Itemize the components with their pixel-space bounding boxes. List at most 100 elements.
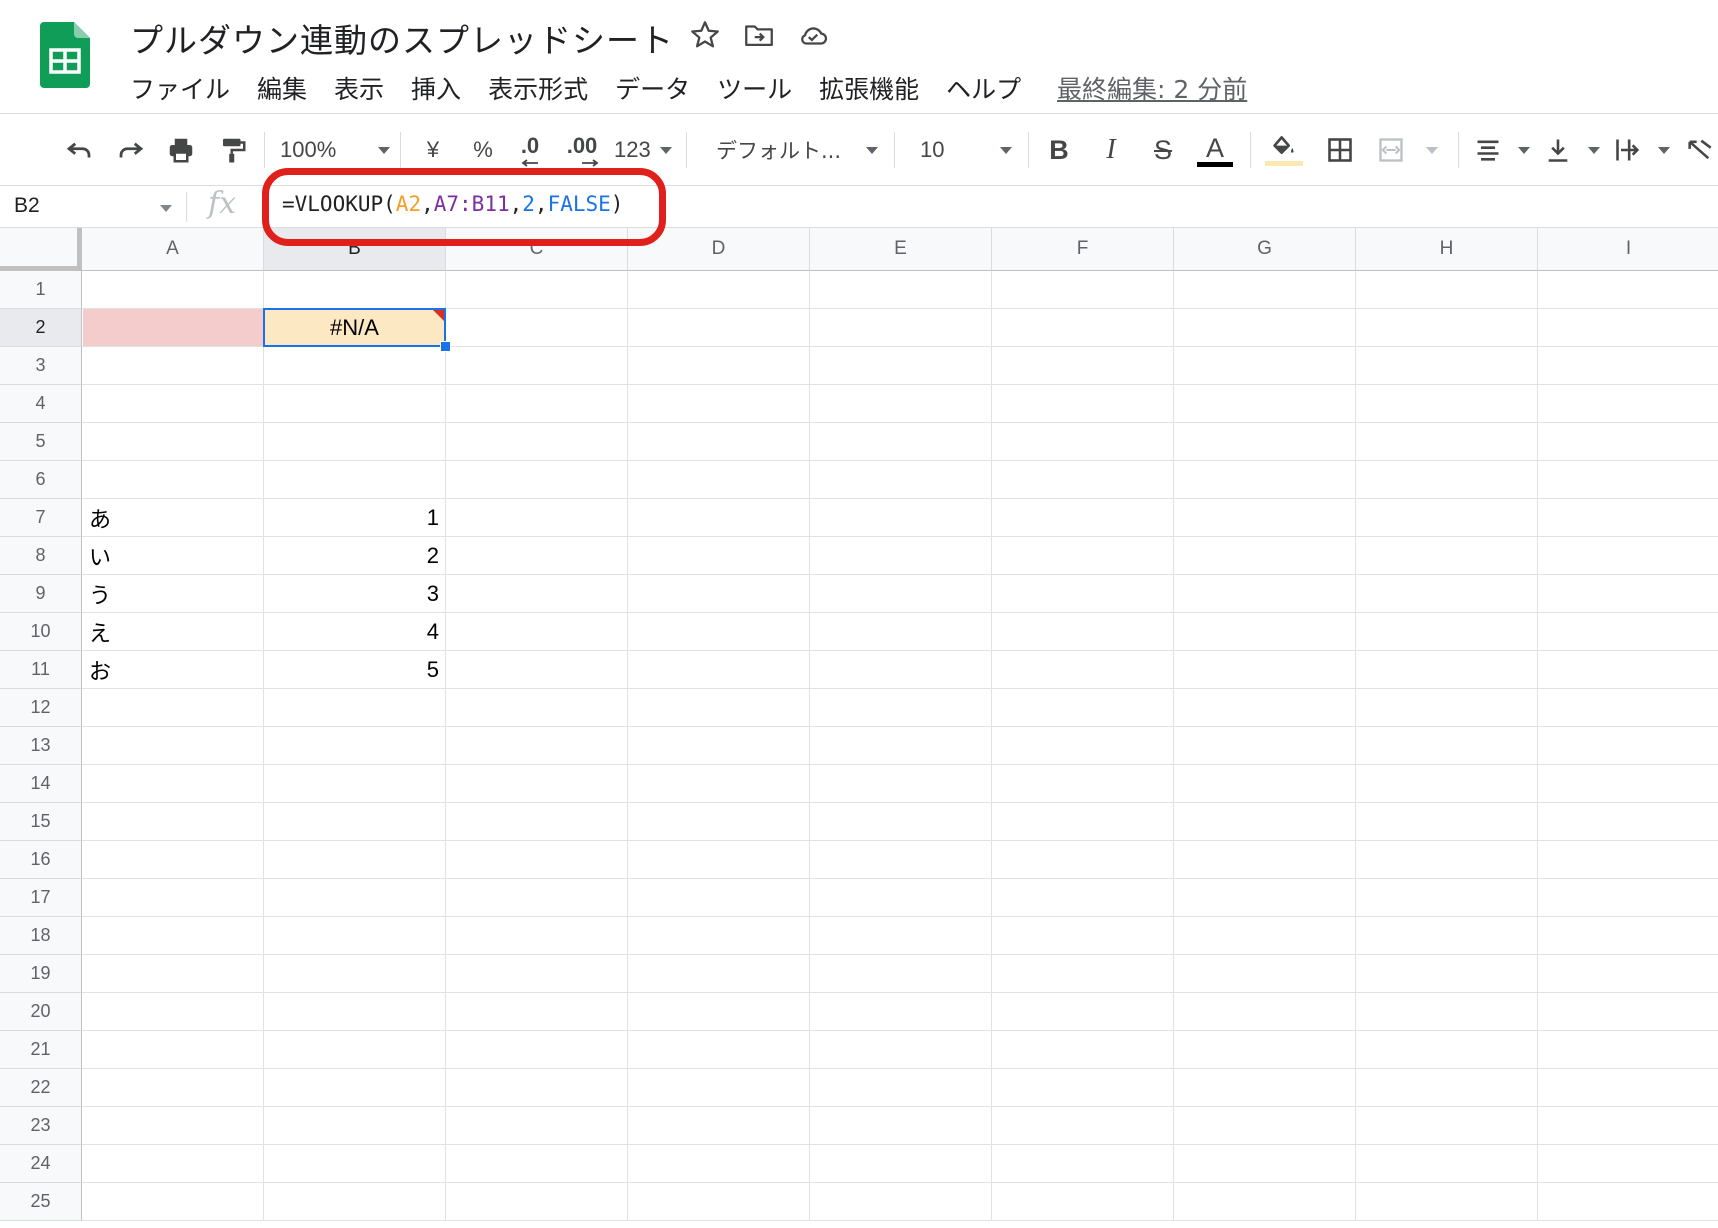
toolbar-separator [400,132,401,168]
row-header-6[interactable]: 6 [0,461,82,499]
row-header-1[interactable]: 1 [0,271,82,309]
column-header-i[interactable]: I [1538,228,1718,271]
row-header-11[interactable]: 11 [0,651,82,689]
text-color-button[interactable]: A [1196,132,1234,168]
menu-tools[interactable]: ツール [717,70,792,106]
column-header-e[interactable]: E [810,228,992,271]
gridline-vertical [263,271,264,1221]
chevron-down-icon [378,146,390,154]
row-header-22[interactable]: 22 [0,1069,82,1107]
row-header-5[interactable]: 5 [0,423,82,461]
menu-file[interactable]: ファイル [130,70,230,106]
toolbar: 100% ¥ % .0 .00 123 デフォルト... 10 B I S A [0,114,1718,186]
formula-bar: B2 fx =VLOOKUP(A2,A7:B11,2,FALSE) [0,186,1718,228]
cell-a7[interactable]: あ [82,499,264,537]
gridline-horizontal [82,992,1718,993]
merge-cells-button[interactable] [1376,132,1438,168]
column-header-g[interactable]: G [1174,228,1356,271]
italic-button[interactable]: I [1096,132,1126,168]
row-header-8[interactable]: 8 [0,537,82,575]
menu-data[interactable]: データ [615,70,690,106]
row-header-9[interactable]: 9 [0,575,82,613]
gridline-vertical [1173,271,1174,1221]
cell-b10[interactable]: 4 [264,613,446,651]
menu-insert[interactable]: 挿入 [411,70,461,106]
row-header-19[interactable]: 19 [0,955,82,993]
row-header-2[interactable]: 2 [0,309,82,347]
text-wrap-button[interactable] [1614,132,1670,168]
percent-format-button[interactable]: % [468,132,498,168]
column-header-h[interactable]: H [1356,228,1538,271]
menu-extensions[interactable]: 拡張機能 [819,70,919,106]
font-size-select[interactable]: 10 [920,132,1012,168]
horizontal-align-button[interactable] [1474,132,1530,168]
cell-b2-value: #N/A [330,314,379,340]
row-header-24[interactable]: 24 [0,1145,82,1183]
cell-a9[interactable]: う [82,575,264,613]
row-header-10[interactable]: 10 [0,613,82,651]
row-header-15[interactable]: 15 [0,803,82,841]
column-header-f[interactable]: F [992,228,1174,271]
row-header-12[interactable]: 12 [0,689,82,727]
toolbar-separator [1028,132,1029,168]
fill-color-button[interactable] [1264,132,1304,168]
row-header-4[interactable]: 4 [0,385,82,423]
cell-b8[interactable]: 2 [264,537,446,575]
row-header-17[interactable]: 17 [0,879,82,917]
redo-icon[interactable] [112,132,150,168]
column-header-a[interactable]: A [82,228,264,271]
paint-format-icon[interactable] [214,132,252,168]
decrease-decimal-button[interactable]: .0 [512,132,548,168]
percent-label: % [473,137,493,162]
cell-b11[interactable]: 5 [264,651,446,689]
row-header-13[interactable]: 13 [0,727,82,765]
increase-decimal-button[interactable]: .00 [560,132,604,168]
select-all-corner[interactable] [0,228,82,271]
row-header-18[interactable]: 18 [0,917,82,955]
sheet-grid[interactable]: ABCDEFGHI 1 2 3 4 5 6 7 8 9 10 11 12 13 14 15 16 17 18 19 2… [0,228,1718,1228]
cell-a2[interactable] [83,309,264,346]
chevron-down-icon[interactable] [160,205,172,212]
menu-help[interactable]: ヘルプ [946,70,1021,106]
print-icon[interactable] [162,132,200,168]
chevron-down-icon [866,146,878,154]
fill-handle[interactable] [440,341,451,352]
gridline-horizontal [82,954,1718,955]
text-rotation-button[interactable] [1684,132,1716,168]
row-header-14[interactable]: 14 [0,765,82,803]
cell-a10[interactable]: え [82,613,264,651]
menu-format[interactable]: 表示形式 [488,70,588,106]
menu-view[interactable]: 表示 [334,70,384,106]
more-formats-button[interactable]: 123 [614,132,672,168]
row-header-3[interactable]: 3 [0,347,82,385]
document-title[interactable]: プルダウン連動のスプレッドシート [130,14,674,62]
name-box[interactable]: B2 [14,194,40,218]
row-header-25[interactable]: 25 [0,1183,82,1221]
cell-b2-active[interactable]: #N/A [263,308,446,347]
row-header-21[interactable]: 21 [0,1031,82,1069]
menu-edit[interactable]: 編集 [257,70,307,106]
cell-a8[interactable]: い [82,537,264,575]
row-header-7[interactable]: 7 [0,499,82,537]
currency-format-button[interactable]: ¥ [418,132,448,168]
vertical-align-button[interactable] [1544,132,1600,168]
cell-a11[interactable]: お [82,651,264,689]
formula-separator [186,192,187,222]
row-header-20[interactable]: 20 [0,993,82,1031]
strikethrough-button[interactable]: S [1148,132,1178,168]
cell-b9[interactable]: 3 [264,575,446,613]
row-header-16[interactable]: 16 [0,841,82,879]
row-header-23[interactable]: 23 [0,1107,82,1145]
sheets-logo-icon[interactable] [40,22,90,88]
move-to-folder-icon[interactable] [742,18,776,52]
last-edit-link[interactable]: 最終編集: 2 分前 [1057,70,1247,106]
font-family-select[interactable]: デフォルト... [716,132,878,168]
zoom-select[interactable]: 100% [280,132,390,168]
star-icon[interactable] [688,18,722,52]
borders-icon[interactable] [1322,132,1358,168]
cloud-status-icon[interactable] [796,18,830,52]
cell-b7[interactable]: 1 [264,499,446,537]
undo-icon[interactable] [60,132,98,168]
error-indicator-icon[interactable] [433,310,444,321]
bold-button[interactable]: B [1044,132,1074,168]
